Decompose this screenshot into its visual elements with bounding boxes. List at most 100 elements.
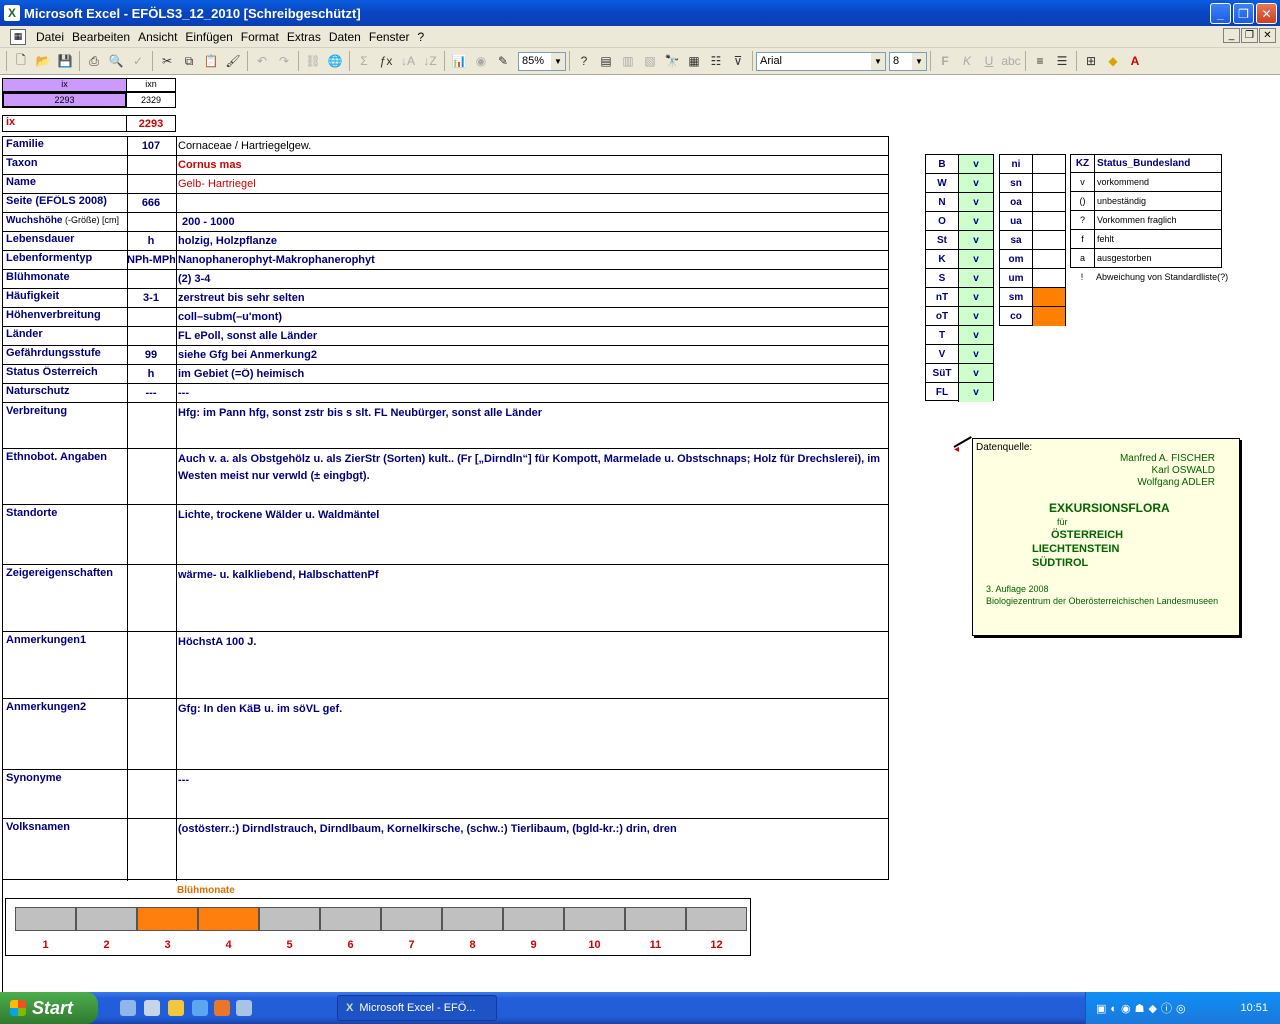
row-text[interactable]: Nanophanerophyt-Makrophanerophyt (176, 254, 886, 270)
menu-extras[interactable]: Extras (283, 30, 325, 44)
laender-value[interactable]: v (959, 174, 993, 192)
row-code[interactable] (127, 178, 175, 194)
big-row-text[interactable]: wärme- u. kalkliebend, HalbschattenPf (176, 567, 881, 630)
menu-bearbeiten[interactable]: Bearbeiten (68, 30, 134, 44)
laender-value[interactable]: v (959, 231, 993, 249)
tray-icons[interactable]: ▣◐◉☗◆ⓘ◎ (1096, 1000, 1190, 1016)
row-text[interactable]: Gelb- Hartriegel (176, 178, 886, 194)
doc-restore-button[interactable]: ❐ (1241, 28, 1258, 43)
region-value[interactable] (1033, 269, 1065, 287)
document-icon[interactable]: ▦ (10, 28, 26, 45)
sort-asc-icon[interactable]: ↓A (397, 50, 419, 72)
italic-icon[interactable]: K (956, 50, 978, 72)
menu-einfuegen[interactable]: Einfügen (181, 30, 236, 44)
laender-value[interactable]: v (959, 269, 993, 287)
row-text[interactable]: --- (176, 387, 886, 403)
clock[interactable]: 10:51 (1240, 1002, 1268, 1014)
font-size-select[interactable]: 8 ▼ (889, 51, 927, 71)
big-row-text[interactable]: --- (176, 772, 881, 817)
region-value[interactable] (1033, 250, 1065, 268)
maximize-button[interactable]: ❐ (1233, 3, 1254, 24)
zoom-select[interactable]: 85% ▼ (518, 51, 566, 71)
big-row-text[interactable]: (ostösterr.:) Dirndlstrauch, Dirndlbaum,… (176, 821, 881, 879)
fill-color-icon[interactable]: ◆ (1102, 50, 1124, 72)
quicklaunch-desktop-icon[interactable] (120, 1000, 136, 1016)
row-code[interactable] (127, 311, 175, 327)
ix-row-value[interactable]: 2293 (126, 115, 176, 132)
row-text[interactable]: coll–subm(–u'mont) (176, 311, 886, 327)
row-code[interactable]: h (127, 235, 175, 251)
laender-value[interactable]: v (959, 193, 993, 211)
table-icon[interactable]: ☷ (705, 50, 727, 72)
region-value[interactable] (1033, 174, 1065, 192)
filter-icon[interactable]: ⊽ (727, 50, 749, 72)
cut-icon[interactable]: ✂ (156, 50, 178, 72)
row-code[interactable] (127, 273, 175, 289)
data-icon[interactable]: ▧ (639, 50, 661, 72)
row-code[interactable] (127, 216, 175, 232)
comment-box[interactable]: Datenquelle: Manfred A. FISCHER Karl OSW… (972, 438, 1240, 636)
row-text[interactable]: zerstreut bis sehr selten (176, 292, 886, 308)
region-value[interactable] (1033, 155, 1065, 173)
chart-wizard-icon[interactable]: 📊 (448, 50, 470, 72)
row-text[interactable]: (2) 3-4 (176, 273, 886, 289)
doc-minimize-button[interactable]: _ (1223, 28, 1240, 43)
font-select[interactable]: Arial ▼ (756, 51, 886, 71)
laender-value[interactable]: v (959, 383, 993, 402)
row-code[interactable] (127, 159, 175, 175)
laender-value[interactable]: v (959, 345, 993, 363)
quicklaunch-explorer-icon[interactable] (144, 1000, 160, 1016)
laender-value[interactable]: v (959, 212, 993, 230)
open-folder-icon[interactable]: 📂 (32, 50, 54, 72)
big-row-text[interactable]: Auch v. a. als Obstgehölz u. als ZierStr… (176, 451, 881, 503)
row-text[interactable] (176, 197, 886, 213)
laender-value[interactable]: v (959, 307, 993, 325)
row-text[interactable]: Cornus mas (176, 159, 886, 175)
row-code[interactable] (127, 330, 175, 346)
taskbar-excel-button[interactable]: X Microsoft Excel - EFÖ... (337, 995, 497, 1021)
font-color-icon[interactable]: A (1124, 50, 1146, 72)
laender-value[interactable]: v (959, 326, 993, 344)
region-value[interactable] (1033, 212, 1065, 230)
row-code[interactable]: 107 (127, 140, 175, 156)
bold-icon[interactable]: F (934, 50, 956, 72)
laender-value[interactable]: v (959, 364, 993, 382)
doc-close-button[interactable]: ✕ (1259, 28, 1276, 43)
row-text[interactable]: siehe Gfg bei Anmerkung2 (176, 349, 886, 365)
hyperlink-icon[interactable]: ⛓ (302, 50, 324, 72)
autosum-icon[interactable]: Σ (353, 50, 375, 72)
copy-icon[interactable]: ⧉ (178, 50, 200, 72)
region-value[interactable] (1033, 307, 1065, 326)
menu-help[interactable]: ? (414, 30, 429, 44)
drawing-icon[interactable]: ✎ (492, 50, 514, 72)
menu-format[interactable]: Format (237, 30, 283, 44)
function-icon[interactable]: ƒx (375, 50, 397, 72)
region-value[interactable] (1033, 231, 1065, 249)
grid-icon[interactable]: ▦ (683, 50, 705, 72)
big-row-text[interactable]: HöchstA 100 J. (176, 634, 881, 697)
row-text[interactable]: 200 - 1000 (176, 216, 886, 232)
laender-value[interactable]: v (959, 288, 993, 306)
row-text[interactable]: im Gebiet (=Ö) heimisch (176, 368, 886, 384)
print-icon[interactable]: ⎙ (83, 50, 105, 72)
close-button[interactable]: ✕ (1256, 3, 1277, 24)
spelling-icon[interactable]: ✓ (127, 50, 149, 72)
underline-icon[interactable]: U (978, 50, 1000, 72)
print-preview-icon[interactable]: 🔍 (105, 50, 127, 72)
strike-icon[interactable]: abc (1000, 50, 1022, 72)
menu-daten[interactable]: Daten (325, 30, 365, 44)
row-text[interactable]: Cornaceae / Hartriegelgew. (176, 140, 886, 156)
quicklaunch-media-icon[interactable] (168, 1000, 184, 1016)
map-icon[interactable]: ◉ (470, 50, 492, 72)
menu-datei[interactable]: Datei (32, 30, 68, 44)
start-button[interactable]: Start (0, 992, 98, 1024)
row-code[interactable]: 3-1 (127, 292, 175, 308)
worksheet[interactable]: ix ixn 2293 2329 ix 2293 Bv Wv Nv Ov St v Kv Sv… (0, 75, 1280, 992)
row-code[interactable]: h (127, 368, 175, 384)
row-text[interactable]: holzig, Holzpflanze (176, 235, 886, 251)
minimize-button[interactable]: _ (1210, 3, 1231, 24)
row-code[interactable]: --- (127, 387, 175, 403)
row-code[interactable]: 99 (127, 349, 175, 365)
ixn-value-cell[interactable]: 2329 (126, 92, 176, 108)
align-center-icon[interactable]: ☰ (1051, 50, 1073, 72)
